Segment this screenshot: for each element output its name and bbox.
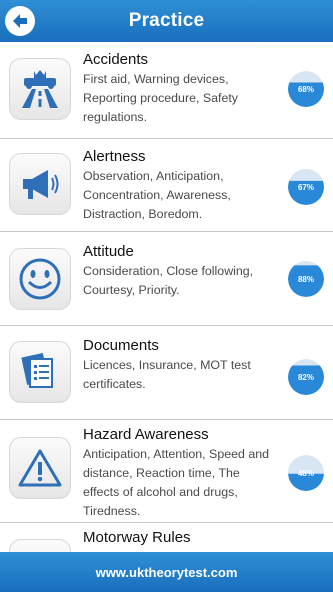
road-accident-icon (9, 58, 71, 120)
title-bar: Practice (0, 0, 333, 42)
progress-circle: 88% (288, 261, 324, 297)
smiley-icon (9, 248, 71, 310)
topic-row-alertness[interactable]: Alertness Observation, Anticipation, Con… (0, 139, 333, 232)
back-button[interactable] (5, 6, 35, 36)
topic-name: Motorway Rules (83, 529, 191, 546)
progress-circle: 48% (288, 455, 324, 491)
topic-row-attitude[interactable]: Attitude Consideration, Close following,… (0, 232, 333, 326)
topic-row-hazard-awareness[interactable]: Hazard Awareness Anticipation, Attention… (0, 420, 333, 523)
progress-circle: 67% (288, 169, 324, 205)
progress-percent: 88% (297, 274, 314, 284)
progress-percent: 67% (297, 182, 314, 192)
progress-percent: 48% (297, 468, 314, 478)
topic-row-accidents[interactable]: Accidents First aid, Warning devices, Re… (0, 42, 333, 139)
topic-name: Accidents (83, 51, 149, 68)
documents-icon (9, 341, 71, 403)
topic-description: Licences, Insurance, MOT test certificat… (83, 358, 251, 391)
page-title: Practice (128, 10, 205, 31)
arrow-left-icon (13, 14, 27, 28)
website-link[interactable]: www.uktheorytest.com (96, 565, 238, 580)
topic-name: Hazard Awareness (83, 426, 209, 443)
topic-description: Consideration, Close following, Courtesy… (83, 264, 254, 297)
topic-list[interactable]: Accidents First aid, Warning devices, Re… (0, 42, 333, 552)
progress-percent: 82% (297, 372, 314, 382)
progress-percent: 68% (297, 84, 314, 94)
motorway-sign-icon (9, 539, 71, 552)
footer-banner[interactable]: www.uktheorytest.com (0, 552, 333, 592)
topic-description: Observation, Anticipation, Concentration… (83, 169, 231, 221)
megaphone-icon (9, 153, 71, 215)
progress-circle: 82% (288, 359, 324, 395)
topic-row-motorway-rules[interactable]: Motorway Rules (0, 523, 333, 552)
topic-name: Attitude (83, 243, 134, 260)
topic-name: Alertness (83, 148, 146, 165)
topic-description: First aid, Warning devices, Reporting pr… (83, 72, 238, 124)
warning-triangle-icon (9, 437, 71, 499)
topic-name: Documents (83, 337, 159, 354)
topic-row-documents[interactable]: Documents Licences, Insurance, MOT test … (0, 326, 333, 420)
topic-description: Anticipation, Attention, Speed and dista… (83, 447, 269, 518)
progress-circle: 68% (288, 71, 324, 107)
